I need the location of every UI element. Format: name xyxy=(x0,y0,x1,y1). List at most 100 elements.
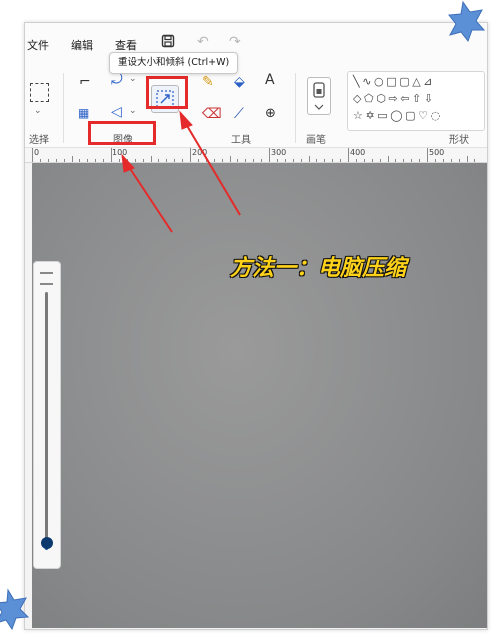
ruler-tick xyxy=(387,156,389,162)
fill-bucket-icon[interactable]: ⬙ xyxy=(234,75,245,89)
paint-window: 文件 编辑 查看 ↶ ↷ 重设大小和倾斜 (Ctrl+W) ⌄ 选择 ⌐ ⤾ ⌄… xyxy=(24,22,488,630)
group-label-select: 选择 xyxy=(29,135,49,146)
zoom-track[interactable] xyxy=(45,292,48,550)
ruler-label: 100 xyxy=(112,148,128,157)
zoom-grip-icon xyxy=(40,272,53,285)
ruler-tick xyxy=(55,159,57,162)
ruler-tick xyxy=(134,159,136,162)
ruler-tick xyxy=(316,159,318,162)
shapes-row[interactable]: ╲∿○□▢△⊿ xyxy=(353,75,435,88)
menu-edit[interactable]: 编辑 xyxy=(71,37,93,53)
menu-file[interactable]: 文件 xyxy=(27,37,49,53)
ruler-tick xyxy=(182,159,184,162)
shapes-gallery[interactable]: ╲∿○□▢△⊿ ◇⬠⬡⇨⇦⇧⇩ ☆✡▭◯▢♡◌ xyxy=(347,71,485,131)
brush-icon xyxy=(313,82,325,110)
ruler-tick xyxy=(340,159,342,162)
ruler-tick xyxy=(103,159,105,162)
ruler-tick xyxy=(39,159,41,162)
rotate-icon[interactable]: ⤾ xyxy=(111,73,123,87)
ruler-tick xyxy=(269,148,270,162)
group-label-brushes: 画笔 xyxy=(306,135,326,146)
ruler-tick xyxy=(348,148,349,162)
brushes-button[interactable] xyxy=(307,77,331,115)
ruler-label: 0 xyxy=(34,148,40,157)
magnifier-icon[interactable]: ⊕ xyxy=(265,107,276,120)
resize-button-highlight xyxy=(146,76,188,109)
image-group-highlight xyxy=(88,121,156,145)
ruler-tick xyxy=(47,159,49,162)
ruler-tick xyxy=(229,156,231,162)
ruler-tick xyxy=(371,159,373,162)
ruler-tick xyxy=(379,159,381,162)
ruler-tick xyxy=(332,159,334,162)
ruler-tick xyxy=(395,159,397,162)
redo-icon[interactable]: ↷ xyxy=(229,34,241,50)
ruler-tick xyxy=(166,159,168,162)
ruler-tick xyxy=(111,148,112,162)
ruler-tick xyxy=(427,148,428,162)
ruler-tick xyxy=(237,159,239,162)
screenshot-stage: 文件 编辑 查看 ↶ ↷ 重设大小和倾斜 (Ctrl+W) ⌄ 选择 ⌐ ⤾ ⌄… xyxy=(0,0,500,635)
ruler-tick xyxy=(87,159,89,162)
ruler-tick xyxy=(95,159,97,162)
ruler-tick xyxy=(474,159,476,162)
eraser-icon[interactable]: ⌫ xyxy=(202,107,222,121)
select-dropdown-chevron-icon[interactable]: ⌄ xyxy=(34,107,42,116)
ruler-label: 300 xyxy=(271,148,287,157)
ruler-tick xyxy=(355,159,357,162)
ruler-tick xyxy=(458,159,460,162)
ruler-tick xyxy=(174,159,176,162)
ruler-tick xyxy=(118,159,120,162)
ruler-tick xyxy=(221,159,223,162)
select-tool-icon[interactable] xyxy=(30,83,49,102)
rotate-dropdown-chevron-icon[interactable]: ⌄ xyxy=(129,75,137,84)
ruler-tick xyxy=(63,159,65,162)
ruler-tick xyxy=(150,156,152,162)
menu-bar: 文件 编辑 查看 ↶ ↷ xyxy=(25,23,487,67)
ruler-tick xyxy=(411,159,413,162)
ruler-tick xyxy=(197,159,199,162)
ruler-tick xyxy=(32,148,33,162)
image-select-icon[interactable]: ▦ xyxy=(78,107,89,119)
resize-tooltip: 重设大小和倾斜 (Ctrl+W) xyxy=(109,52,239,74)
text-tool-icon[interactable]: A xyxy=(265,73,275,87)
ruler-label: 500 xyxy=(429,148,445,157)
undo-icon[interactable]: ↶ xyxy=(197,34,209,50)
ruler-tick xyxy=(190,148,191,162)
ruler-label: 400 xyxy=(350,148,366,157)
shapes-row[interactable]: ◇⬠⬡⇨⇦⇧⇩ xyxy=(353,92,436,105)
ruler-tick xyxy=(466,156,468,162)
flip-icon[interactable]: ◁ xyxy=(111,105,122,119)
ruler-tick xyxy=(442,159,444,162)
ruler-tick xyxy=(419,159,421,162)
ruler-tick xyxy=(434,159,436,162)
overlay-caption: 方法一：电脑压缩 xyxy=(230,256,407,281)
color-picker-icon[interactable]: ⟋ xyxy=(234,107,244,121)
shapes-row[interactable]: ☆✡▭◯▢♡◌ xyxy=(353,109,443,122)
menu-view[interactable]: 查看 xyxy=(115,37,137,53)
ruler-tick xyxy=(71,156,73,162)
ruler-tick xyxy=(450,159,452,162)
ruler-tick xyxy=(276,159,278,162)
ruler-tick xyxy=(79,159,81,162)
zoom-slider-panel xyxy=(33,261,61,569)
ruler-tick xyxy=(261,159,263,162)
ruler-tick xyxy=(403,159,405,162)
zoom-slider-thumb[interactable] xyxy=(41,537,53,550)
ruler-tick xyxy=(308,156,310,162)
ruler-tick xyxy=(142,159,144,162)
ruler-tick xyxy=(245,159,247,162)
ribbon-divider xyxy=(63,73,64,143)
ruler-tick xyxy=(126,159,128,162)
ruler-tick xyxy=(205,159,207,162)
ruler-tick xyxy=(363,159,365,162)
crop-icon[interactable]: ⌐ xyxy=(79,75,91,89)
pencil-icon[interactable]: ✎ xyxy=(202,75,214,89)
flip-dropdown-chevron-icon[interactable]: ⌄ xyxy=(129,107,137,116)
drawing-canvas[interactable] xyxy=(32,163,487,628)
ruler-label: 200 xyxy=(192,148,208,157)
ruler-tick xyxy=(213,159,215,162)
ruler-tick xyxy=(158,159,160,162)
horizontal-ruler: 0 100 200 300 400 500 xyxy=(25,148,487,163)
save-icon[interactable] xyxy=(161,34,175,52)
